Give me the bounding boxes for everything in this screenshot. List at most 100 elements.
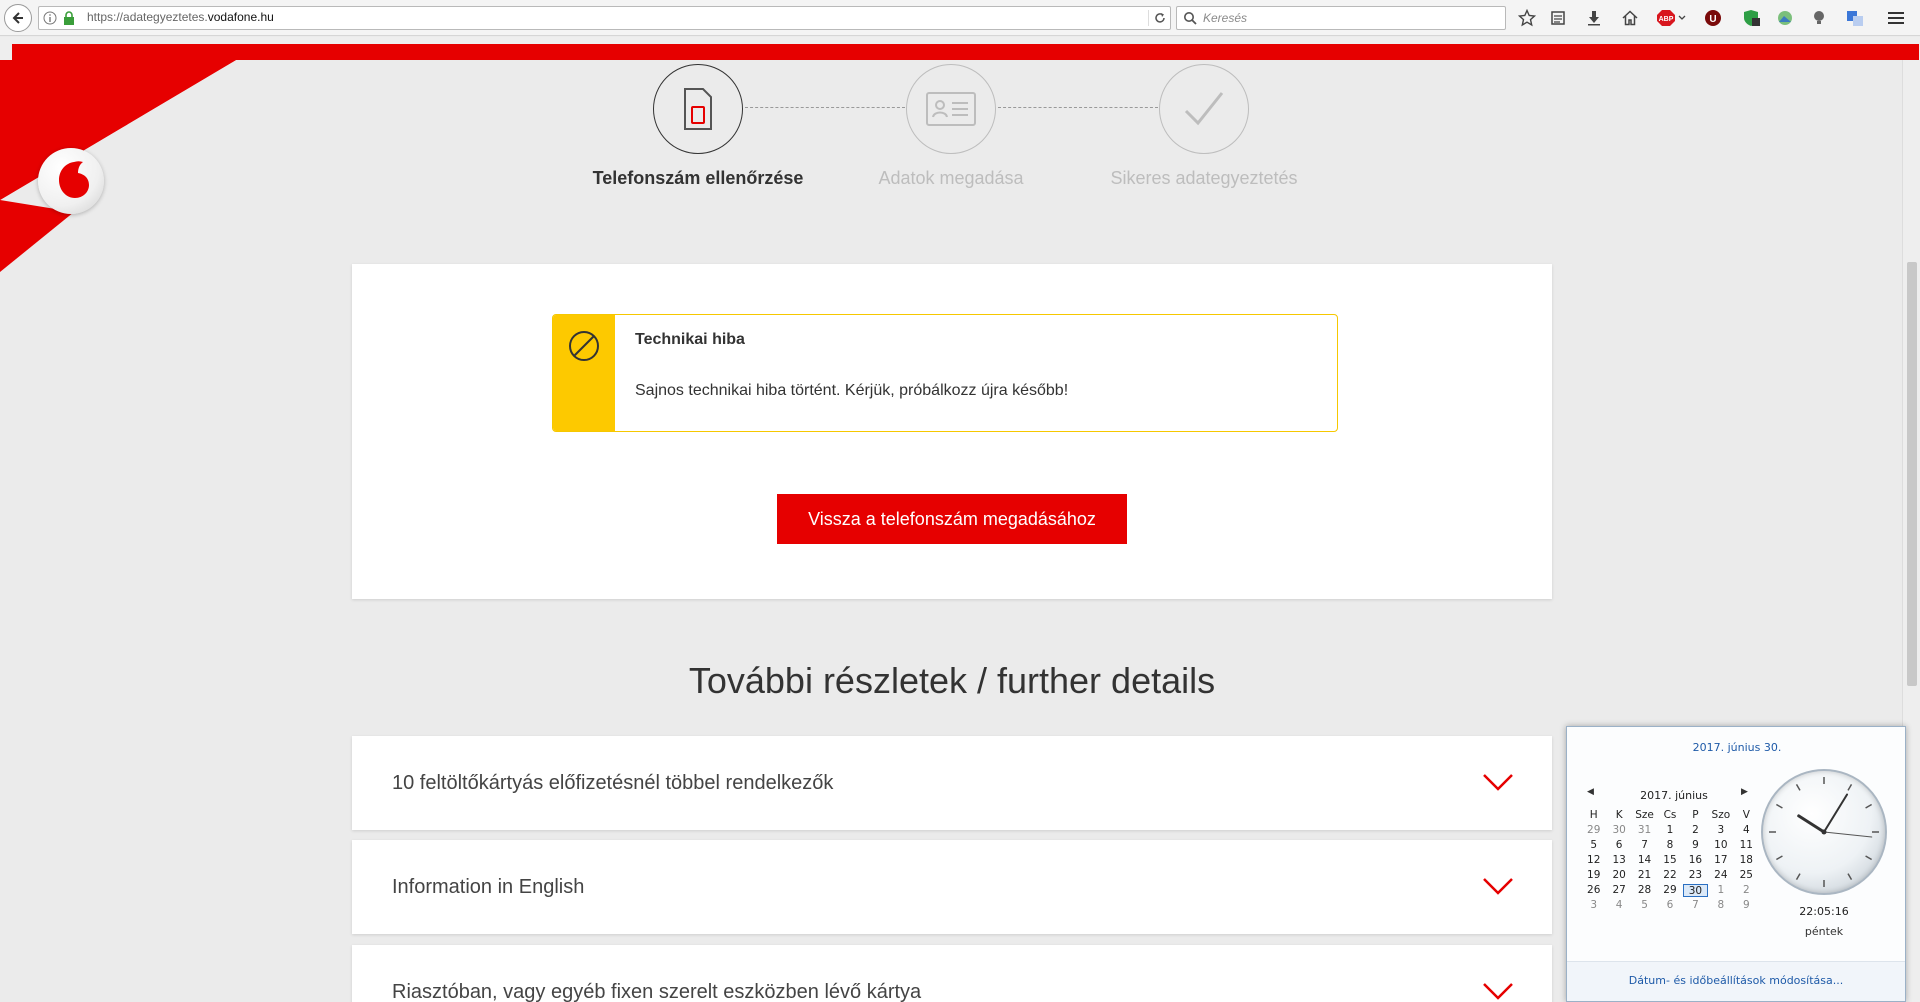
chevron-down-icon[interactable]	[1482, 772, 1514, 792]
calendar-day[interactable]: 22	[1657, 869, 1682, 882]
calendar-day[interactable]: 15	[1657, 854, 1682, 867]
calendar-day[interactable]: 3	[1708, 824, 1733, 837]
calendar-day[interactable]: 4	[1606, 899, 1631, 912]
calendar-day[interactable]: 3	[1581, 899, 1606, 912]
calendar-day[interactable]: 2	[1683, 824, 1708, 837]
date-time-settings-link[interactable]: Dátum- és időbeállítások módosítása...	[1567, 974, 1905, 987]
chevron-down-icon[interactable]	[1482, 981, 1514, 1001]
calendar-full-date[interactable]: 2017. június 30.	[1567, 741, 1907, 754]
step-3-circle	[1159, 64, 1249, 154]
calendar-day[interactable]: 21	[1632, 869, 1657, 882]
back-to-phone-button[interactable]: Vissza a telefonszám megadásához	[777, 494, 1127, 544]
calendar-day[interactable]: 29	[1657, 884, 1682, 897]
calendar-day[interactable]: 19	[1581, 869, 1606, 882]
clock-center	[1821, 829, 1827, 835]
next-month-icon[interactable]: ▶	[1741, 787, 1748, 797]
calendar-day[interactable]: 29	[1581, 824, 1606, 837]
calendar-time: 22:05:16	[1799, 905, 1849, 918]
calendar-day[interactable]: 1	[1708, 884, 1733, 897]
clock-face-icon	[1769, 777, 1879, 887]
url-bar[interactable]: https://adategyeztetes.vodafone.hu	[38, 6, 1171, 30]
adblock-plus-label: ABP	[1659, 16, 1674, 23]
vodafone-logo[interactable]	[38, 148, 104, 214]
calendar-day[interactable]: 10	[1708, 839, 1733, 852]
calendar-day[interactable]: 31	[1632, 824, 1657, 837]
download-icon[interactable]	[1583, 7, 1605, 29]
ublock-icon[interactable]: U	[1702, 7, 1724, 29]
clock-tick	[1795, 873, 1801, 881]
prohibited-icon	[569, 331, 599, 361]
clock-minute-hand	[1823, 793, 1849, 833]
calendar-day[interactable]: 28	[1632, 884, 1657, 897]
brand-corner-shape	[0, 60, 236, 272]
search-placeholder: Keresés	[1203, 11, 1248, 25]
step-2-circle	[906, 64, 996, 154]
analog-clock	[1761, 769, 1887, 895]
calendar-month-label[interactable]: 2017. június	[1589, 789, 1759, 802]
reload-button[interactable]	[1148, 10, 1166, 26]
accordion-item[interactable]: 10 feltöltőkártyás előfizetésnél többel …	[352, 736, 1552, 830]
checkmark-icon	[1184, 92, 1224, 126]
step-connector	[745, 107, 905, 108]
calendar-day[interactable]: 12	[1581, 854, 1606, 867]
translate-icon[interactable]	[1844, 7, 1866, 29]
calendar-day[interactable]: 4	[1734, 824, 1759, 837]
calendar-day[interactable]: 23	[1683, 869, 1708, 882]
calendar-day[interactable]: 9	[1683, 839, 1708, 852]
calendar-day[interactable]: 20	[1606, 869, 1631, 882]
calendar-day[interactable]: 7	[1632, 839, 1657, 852]
calendar-day[interactable]: 14	[1632, 854, 1657, 867]
bookmark-star-icon[interactable]	[1516, 7, 1538, 29]
calendar-day[interactable]: 5	[1581, 839, 1606, 852]
calendar-day[interactable]: 1	[1657, 824, 1682, 837]
lightbulb-icon[interactable]	[1808, 7, 1830, 29]
scroll-thumb[interactable]	[1907, 262, 1917, 686]
calendar-day[interactable]: 6	[1657, 899, 1682, 912]
calendar-day[interactable]: 2	[1734, 884, 1759, 897]
calendar-day[interactable]: 13	[1606, 854, 1631, 867]
calendar-day[interactable]: 11	[1734, 839, 1759, 852]
calendar-day[interactable]: 16	[1683, 854, 1708, 867]
calendar-footer: Dátum- és időbeállítások módosítása...	[1567, 961, 1905, 1001]
calendar-day[interactable]: 17	[1708, 854, 1733, 867]
back-button[interactable]	[4, 4, 32, 32]
shield-extension-icon[interactable]	[1740, 7, 1762, 29]
image-extension-icon[interactable]	[1774, 7, 1796, 29]
clock-hour-hand	[1797, 814, 1826, 834]
accordion-label: Information in English	[392, 876, 585, 898]
search-icon	[1184, 12, 1197, 25]
calendar-day[interactable]: 9	[1734, 899, 1759, 912]
home-icon[interactable]	[1619, 7, 1641, 29]
url-text[interactable]: https://adategyeztetes.vodafone.hu	[87, 10, 274, 24]
menu-icon[interactable]	[1885, 7, 1907, 29]
calendar-day[interactable]: 18	[1734, 854, 1759, 867]
calendar-day[interactable]: 5	[1632, 899, 1657, 912]
alert-title: Technikai hiba	[635, 331, 745, 348]
weekday-header: P	[1692, 809, 1699, 821]
accordion-item[interactable]: Riasztóban, vagy egyéb fixen szerelt esz…	[352, 945, 1552, 1002]
calendar-day[interactable]: 30	[1606, 824, 1631, 837]
weekday-header: K	[1615, 809, 1623, 821]
calendar-day[interactable]: 6	[1606, 839, 1631, 852]
calendar-weekday: péntek	[1804, 925, 1844, 938]
adblock-plus-icon[interactable]: ABP	[1657, 7, 1687, 29]
clock-tick	[1865, 803, 1873, 809]
error-alert: Technikai hiba Sajnos technikai hiba tör…	[552, 314, 1338, 432]
search-bar[interactable]: Keresés	[1176, 6, 1506, 30]
id-card-icon	[926, 92, 976, 126]
calendar-day[interactable]: 7	[1683, 899, 1708, 912]
info-icon[interactable]	[43, 11, 57, 25]
calendar-day[interactable]: 8	[1657, 839, 1682, 852]
calendar-day[interactable]: 25	[1734, 869, 1759, 882]
calendar-flyout: 2017. június 30. ◀ 2017. június ▶ H K Sze C…	[1566, 726, 1906, 1002]
calendar-day[interactable]: 26	[1581, 884, 1606, 897]
calendar-day-today[interactable]: 30	[1682, 884, 1709, 897]
reading-list-icon[interactable]	[1547, 7, 1569, 29]
step-1-label: Telefonszám ellenőrzése	[592, 168, 804, 188]
accordion-label: Riasztóban, vagy egyéb fixen szerelt esz…	[392, 981, 922, 1002]
calendar-day[interactable]: 8	[1708, 899, 1733, 912]
chevron-down-icon[interactable]	[1482, 876, 1514, 896]
accordion-item[interactable]: Information in English	[352, 840, 1552, 934]
calendar-day[interactable]: 24	[1708, 869, 1733, 882]
calendar-day[interactable]: 27	[1606, 884, 1631, 897]
